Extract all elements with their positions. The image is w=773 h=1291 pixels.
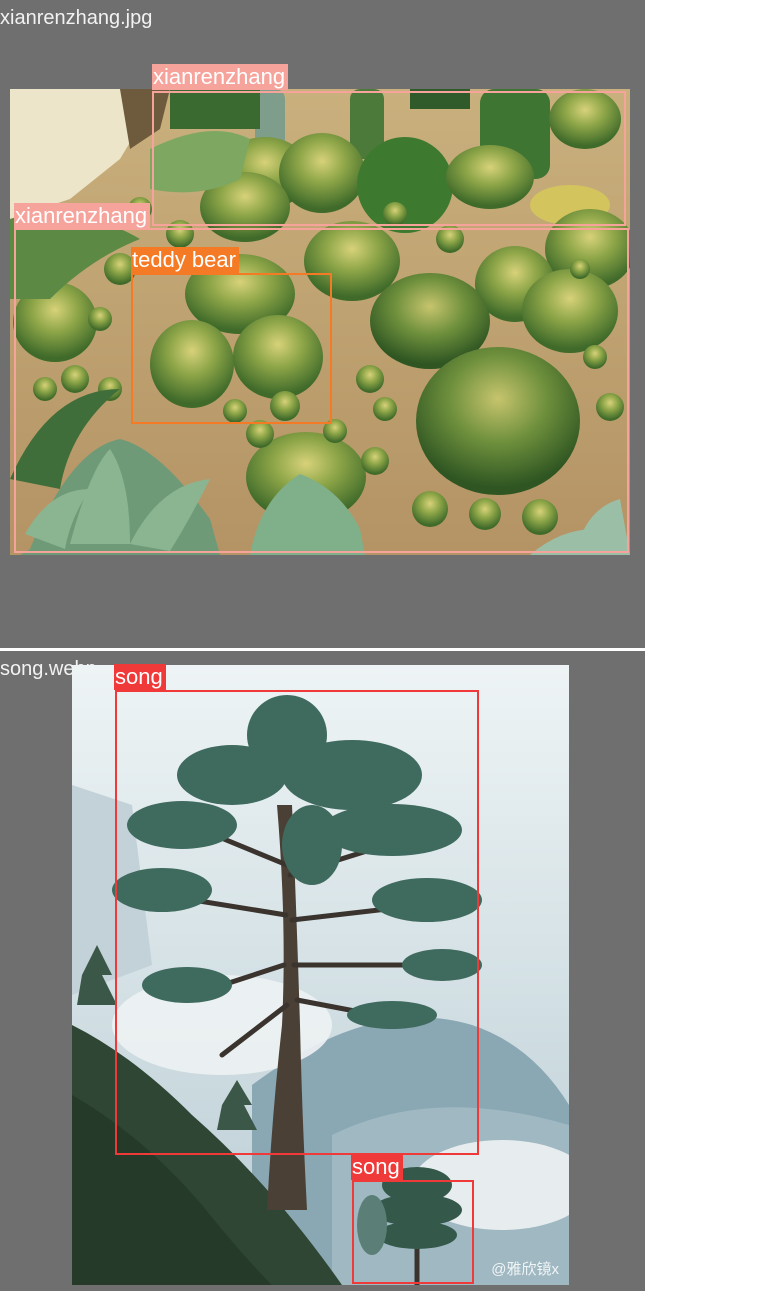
- detection-label-song-small: song: [351, 1154, 403, 1180]
- detection-label-xianrenzhang-top: xianrenzhang: [152, 64, 289, 90]
- detection-label-teddy-bear: teddy bear: [131, 247, 239, 273]
- detection-label-xianrenzhang-main: xianrenzhang: [14, 203, 151, 229]
- image-panel-song: song.webp @雅欣镜x song song: [0, 651, 645, 1291]
- detection-box-song-small: [352, 1180, 474, 1284]
- detection-box-xianrenzhang-top: [152, 91, 626, 226]
- image-panel-xianrenzhang: xianrenzhang.jpg xianrenzhang xianrenzha…: [0, 0, 645, 648]
- detection-box-teddy-bear: [131, 273, 332, 424]
- image-watermark: @雅欣镜x: [491, 1261, 559, 1278]
- image-filename: xianrenzhang.jpg: [0, 7, 153, 29]
- detection-label-song-large: song: [114, 664, 166, 690]
- detection-box-song-large: [115, 690, 479, 1155]
